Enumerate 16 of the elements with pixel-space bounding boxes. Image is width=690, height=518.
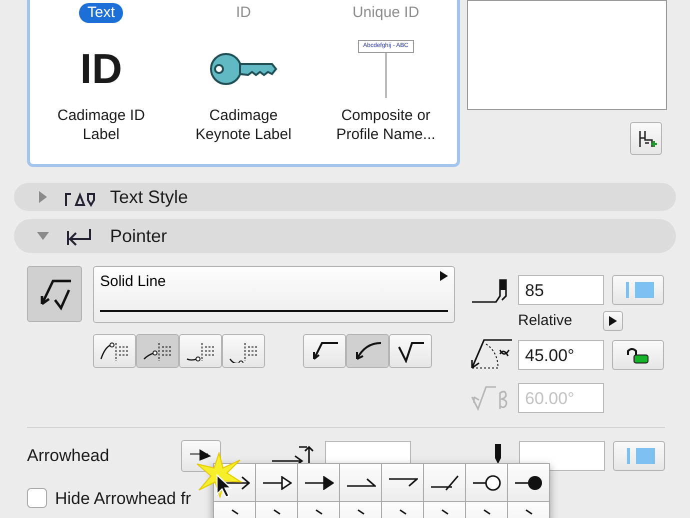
section-header[interactable]: Pointer (14, 219, 676, 253)
arrowhead-label: Arrowhead (27, 444, 110, 467)
label-type-name[interactable]: Composite or Profile Name... (326, 106, 445, 144)
beta-angle-field: 60.00° (518, 382, 604, 412)
pen-number-field[interactable]: 85 (518, 275, 604, 305)
checkbox-label: Hide Arrowhead fr (55, 488, 192, 510)
section-title: Pointer (110, 224, 168, 248)
angle-mode-label: Relative (518, 311, 572, 331)
section-header[interactable]: Text Style (14, 183, 676, 211)
section-title: Text Style (110, 186, 188, 209)
id-logo: ID (80, 48, 122, 90)
filter-tab[interactable]: Text (79, 3, 123, 23)
label-type-name[interactable]: Cadimage ID Label (42, 106, 160, 144)
line-type-dropdown[interactable]: Solid Line (93, 266, 455, 323)
label-type-name[interactable]: Cadimage Keynote Label (184, 106, 302, 144)
angle-field[interactable]: 45.00° (518, 340, 604, 370)
